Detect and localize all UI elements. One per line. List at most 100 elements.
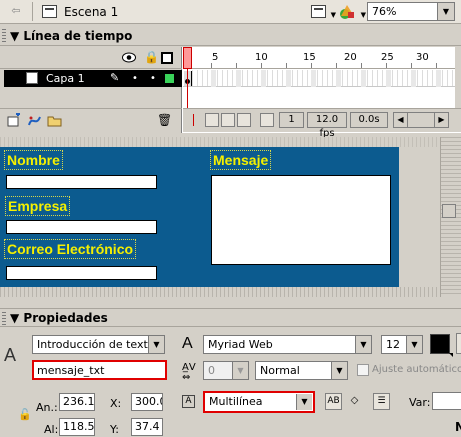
- frame-cell: [311, 70, 316, 87]
- frame-cell: [211, 70, 216, 87]
- layer-icon: [26, 72, 38, 84]
- ruler-number: 30: [416, 52, 429, 63]
- zoom-value: 76%: [372, 5, 397, 18]
- edit-symbols-button[interactable]: ▼: [310, 3, 336, 21]
- modify-onion-markers-icon[interactable]: [260, 113, 274, 127]
- ruler-tick: [261, 63, 262, 68]
- layer-name[interactable]: Capa 1: [46, 72, 85, 85]
- line-type-select[interactable]: Multilínea ▼: [203, 391, 315, 413]
- selectable-arrows-icon[interactable]: ◇: [346, 393, 363, 410]
- height-field[interactable]: 118.5: [59, 418, 95, 436]
- lock-icon[interactable]: 🔒: [144, 51, 159, 63]
- text-type-select[interactable]: Introducción de texto ▼: [32, 335, 165, 354]
- chevron-down-icon[interactable]: ▼: [437, 3, 454, 20]
- center-frame-icon[interactable]: [187, 113, 201, 127]
- panel-grip[interactable]: [2, 29, 6, 43]
- show-border-icon[interactable]: ☰: [373, 393, 390, 410]
- layer-row[interactable]: Capa 1 ✎ • •: [4, 70, 182, 87]
- elapsed-time-field: 0.0s: [350, 112, 388, 128]
- chevron-down-icon[interactable]: ▼: [148, 336, 164, 353]
- timeline-title-text: Línea de tiempo: [23, 29, 133, 43]
- back-arrow-icon[interactable]: ⇦: [8, 3, 24, 19]
- playhead[interactable]: [183, 47, 192, 69]
- scene-label[interactable]: Escena 1: [64, 5, 118, 19]
- char-position-select[interactable]: Normal ▼: [255, 361, 348, 380]
- timeline-hscroll[interactable]: ◀ ▶: [393, 112, 449, 128]
- label-correo[interactable]: Correo Electrónico: [4, 239, 137, 259]
- width-field[interactable]: 236.1: [59, 393, 95, 411]
- timeline-title: ▼ Línea de tiempo: [10, 29, 133, 43]
- frame-row[interactable]: [183, 70, 455, 87]
- frame-cell: [336, 70, 341, 87]
- trash-icon[interactable]: 🗑: [157, 113, 172, 128]
- ruler-tick: [411, 63, 412, 68]
- properties-title-text: Propiedades: [23, 311, 108, 325]
- label-mensaje[interactable]: Mensaje: [210, 150, 272, 170]
- playhead-line: [187, 69, 188, 108]
- layer-outline-swatch[interactable]: [164, 73, 175, 84]
- lock-icon[interactable]: 🔓: [18, 408, 32, 421]
- separator: [32, 2, 33, 21]
- stage-hscroll[interactable]: [0, 287, 440, 297]
- keyframe[interactable]: [184, 71, 192, 86]
- input-nombre[interactable]: [6, 175, 157, 189]
- add-guide-layer-icon[interactable]: [27, 113, 42, 128]
- timeline-vscroll[interactable]: [455, 47, 461, 108]
- layer-header: 🔒: [0, 47, 182, 69]
- render-html-icon[interactable]: AB: [325, 393, 342, 410]
- scroll-right-icon[interactable]: ▶: [434, 113, 448, 127]
- label-empresa[interactable]: Empresa: [5, 196, 71, 216]
- ruler-tick: [361, 63, 362, 68]
- auto-kern-checkbox[interactable]: [357, 364, 369, 376]
- folder-icon[interactable]: [47, 113, 62, 128]
- zoom-select[interactable]: 76% ▼: [367, 2, 455, 21]
- x-field[interactable]: 300.0: [131, 393, 163, 411]
- frame-rate-field[interactable]: 12.0 fps: [307, 112, 347, 139]
- frame-cell: [436, 70, 441, 87]
- tracking-select[interactable]: 0 ▼: [203, 361, 249, 380]
- visibility-dot[interactable]: •: [132, 73, 138, 84]
- edit-multiple-frames-icon[interactable]: [237, 113, 251, 127]
- input-correo[interactable]: [6, 266, 157, 280]
- outline-icon[interactable]: [161, 52, 173, 64]
- text-color-swatch[interactable]: [430, 334, 453, 357]
- font-select[interactable]: Myriad Web ▼: [203, 335, 372, 354]
- input-mensaje[interactable]: [211, 175, 391, 265]
- ruler-number: 5: [212, 52, 219, 63]
- chevron-down-icon: ▼: [330, 11, 336, 19]
- timeline-header[interactable]: ▼ Línea de tiempo: [0, 26, 461, 46]
- chevron-down-icon[interactable]: ▼: [406, 336, 422, 353]
- y-field[interactable]: 37.4: [131, 418, 163, 436]
- stage-vscroll-thumb[interactable]: [442, 204, 456, 218]
- chevron-down-icon[interactable]: ▼: [331, 362, 347, 379]
- lock-dot[interactable]: •: [150, 73, 156, 84]
- input-empresa[interactable]: [6, 220, 157, 234]
- edit-objects-button[interactable]: ▼: [338, 3, 366, 21]
- ruler-tick: [236, 63, 237, 68]
- font-size-select[interactable]: 12 ▼: [381, 335, 423, 354]
- chevron-down-icon[interactable]: ▼: [355, 336, 371, 353]
- chevron-down-icon: ▼: [360, 11, 366, 19]
- new-layer-icon[interactable]: [7, 113, 22, 128]
- work-area-hatch: [0, 137, 440, 147]
- chevron-down-icon[interactable]: ▼: [296, 394, 312, 410]
- bold-button[interactable]: [456, 333, 461, 354]
- chevron-down-icon[interactable]: ▼: [232, 362, 248, 379]
- var-label: Var:: [409, 396, 431, 409]
- panel-grip[interactable]: [2, 312, 6, 326]
- current-frame-field: 1: [279, 112, 304, 128]
- scroll-left-icon[interactable]: ◀: [394, 113, 408, 127]
- label-nombre[interactable]: Nombre: [4, 150, 63, 170]
- ruler-number: 20: [344, 52, 357, 63]
- ruler-tick: [386, 63, 387, 68]
- scene-icon: [42, 5, 57, 18]
- properties-header[interactable]: ▼ Propiedades: [0, 308, 461, 327]
- frame-cell: [361, 70, 366, 87]
- frame-ruler[interactable]: 1 5 10 15 20 25 30: [182, 47, 455, 69]
- instance-name-input[interactable]: mensaje_txt: [32, 360, 167, 380]
- eye-icon[interactable]: [122, 52, 136, 63]
- font-size-value: 12: [386, 338, 400, 351]
- var-input[interactable]: [432, 392, 461, 410]
- onion-skin-icon[interactable]: [205, 113, 219, 127]
- onion-skin-outlines-icon[interactable]: [221, 113, 235, 127]
